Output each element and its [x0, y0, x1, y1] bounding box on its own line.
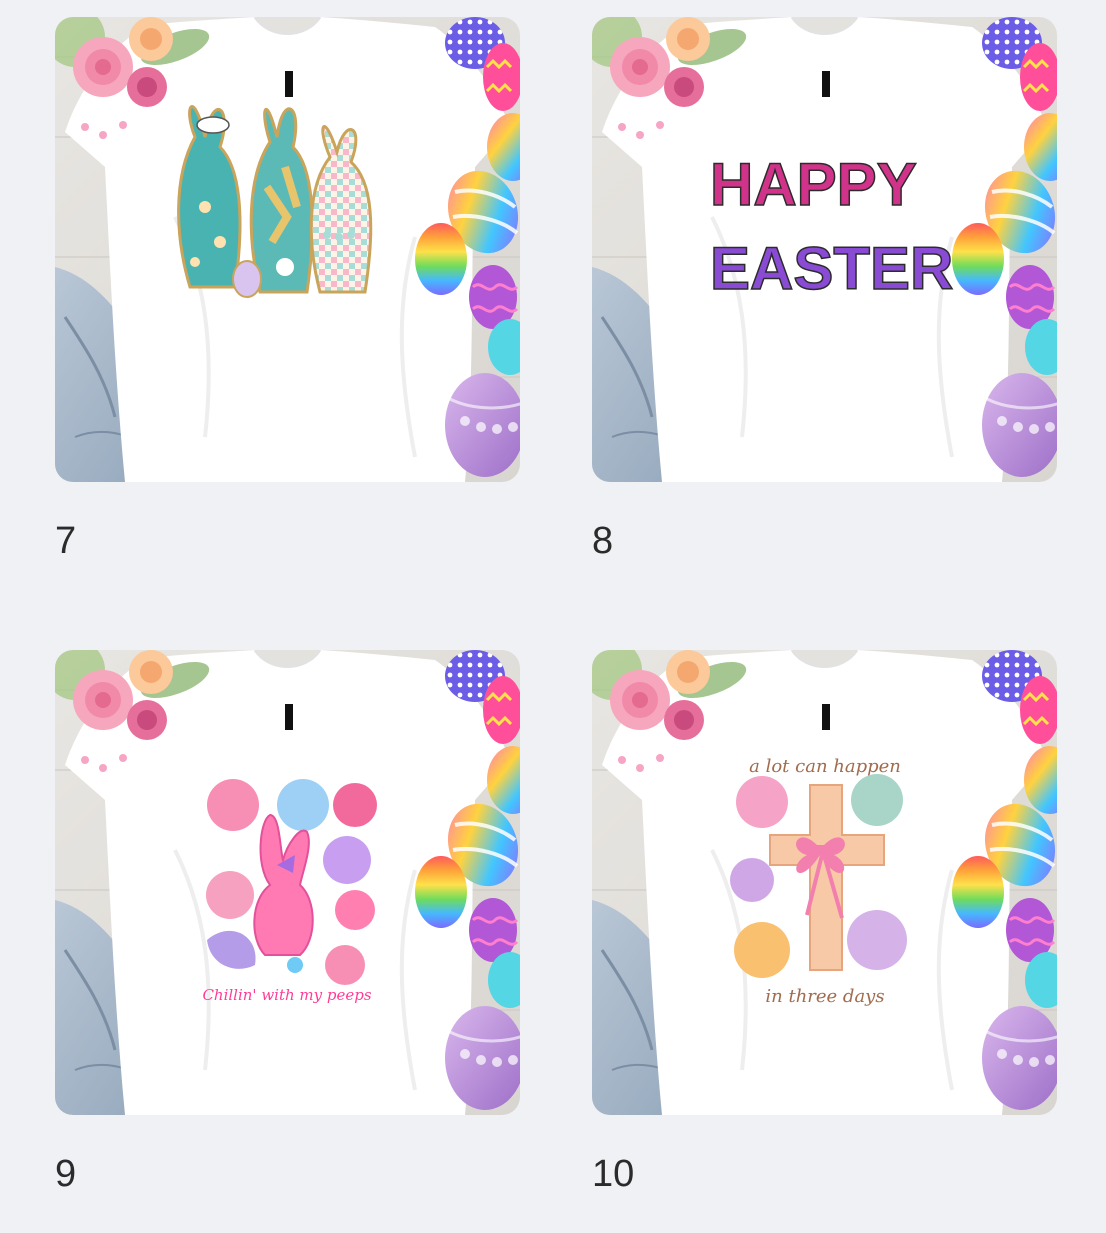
product-number: 10 [592, 1153, 635, 1195]
product-image-7 [55, 17, 520, 482]
product-image-9: Chillin' with my peeps [55, 650, 520, 1115]
product-card-10[interactable]: a lot can happen in three days [592, 650, 1057, 1115]
product-number: 8 [592, 520, 614, 562]
product-card-7[interactable] [55, 17, 520, 482]
bunny-trio-illustration [177, 105, 373, 298]
print-caption-bottom: in three days [765, 986, 884, 1007]
product-image-10: a lot can happen in three days [592, 650, 1057, 1115]
product-card-8[interactable]: HAPPY EASTER [592, 17, 1057, 482]
print-line-2: EASTER [710, 235, 953, 302]
print-caption: Chillin' with my peeps [202, 986, 371, 1004]
product-number: 7 [55, 520, 77, 562]
product-card-9[interactable]: Chillin' with my peeps [55, 650, 520, 1115]
product-number: 9 [55, 1153, 77, 1195]
print-caption-top: a lot can happen [749, 756, 901, 777]
print-line-1: HAPPY [710, 151, 917, 218]
product-image-8: HAPPY EASTER [592, 17, 1057, 482]
